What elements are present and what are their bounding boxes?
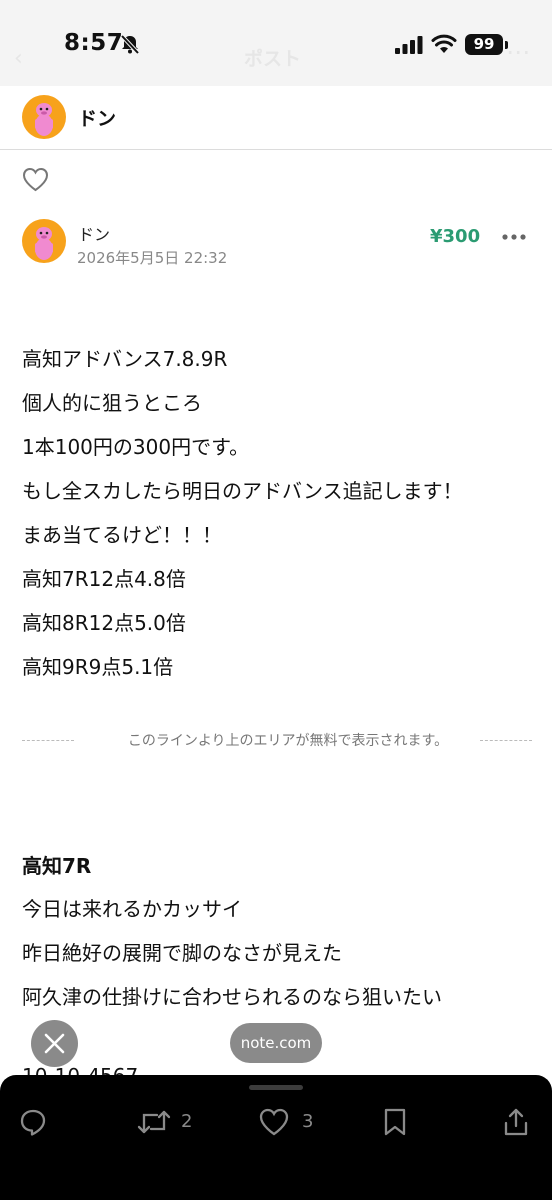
share-icon[interactable] <box>502 1107 530 1137</box>
body-line: まあ当てるけど！！！ <box>22 523 222 547</box>
monkey-avatar-icon <box>35 227 53 260</box>
repost-count: 2 <box>181 1111 193 1132</box>
sheet-grabber[interactable] <box>249 1085 303 1090</box>
repost-icon[interactable] <box>137 1107 171 1137</box>
author-name[interactable]: ドン <box>78 221 110 245</box>
paywall-notice: このラインより上のエリアが無料で表示されます。 <box>127 733 449 749</box>
monkey-avatar-icon <box>35 103 53 136</box>
close-icon <box>44 1033 65 1054</box>
body-line: もし全スカしたら明日のアドバンス追記します！ <box>22 479 463 503</box>
source-domain-pill[interactable]: note.com <box>230 1023 322 1063</box>
status-time: 8:57 <box>64 30 124 56</box>
battery-indicator: 99 <box>465 34 503 55</box>
body-line: 阿久津の仕掛けに合わせられるのなら狙いたい <box>22 985 442 1009</box>
body-line: 高知8R12点5.0倍 <box>22 611 186 635</box>
avatar[interactable] <box>22 95 66 139</box>
bell-muted-icon <box>120 34 140 55</box>
author-avatar[interactable] <box>22 219 66 263</box>
wifi-icon <box>431 34 457 53</box>
faded-more-icon[interactable]: ⋯ <box>506 38 530 66</box>
signal-icon <box>395 36 423 54</box>
body-line: 高知アドバンス7.8.9R <box>22 347 228 371</box>
dashed-line <box>480 740 532 741</box>
heart-icon[interactable] <box>22 167 49 192</box>
body-line: 個人的に狙うところ <box>22 391 202 415</box>
body-line: 高知9R9点5.1倍 <box>22 655 174 679</box>
reply-icon[interactable] <box>18 1107 48 1137</box>
body-line: 今日は来れるかカッサイ <box>22 897 242 921</box>
header-username[interactable]: ドン <box>78 104 116 131</box>
body-line: 昨日絶好の展開で脚のなさが見えた <box>22 941 342 965</box>
faded-page-title: ポスト <box>244 48 302 70</box>
profile-header: ドン <box>0 86 552 150</box>
back-arrow-icon[interactable]: ‹ <box>14 46 23 71</box>
body-line: 高知7R12点4.8倍 <box>22 567 186 591</box>
status-bar: ‹ 8:57 ポスト 99 ⋯ <box>0 0 552 86</box>
close-button[interactable] <box>31 1020 78 1067</box>
dashed-line <box>22 740 74 741</box>
bottom-action-bar: 2 3 <box>0 1075 552 1200</box>
paywall-divider: このラインより上のエリアが無料で表示されます。 <box>22 730 532 750</box>
bookmark-icon[interactable] <box>382 1107 408 1137</box>
post-date: 2026年5月5日 22:32 <box>77 249 228 267</box>
price-label[interactable]: ¥300 <box>430 226 480 247</box>
section-heading: 高知7R <box>22 854 92 878</box>
more-options-icon[interactable] <box>502 234 526 240</box>
like-count: 3 <box>302 1111 314 1132</box>
like-icon[interactable] <box>258 1107 290 1137</box>
body-line: 1本100円の300円です。 <box>22 435 250 459</box>
